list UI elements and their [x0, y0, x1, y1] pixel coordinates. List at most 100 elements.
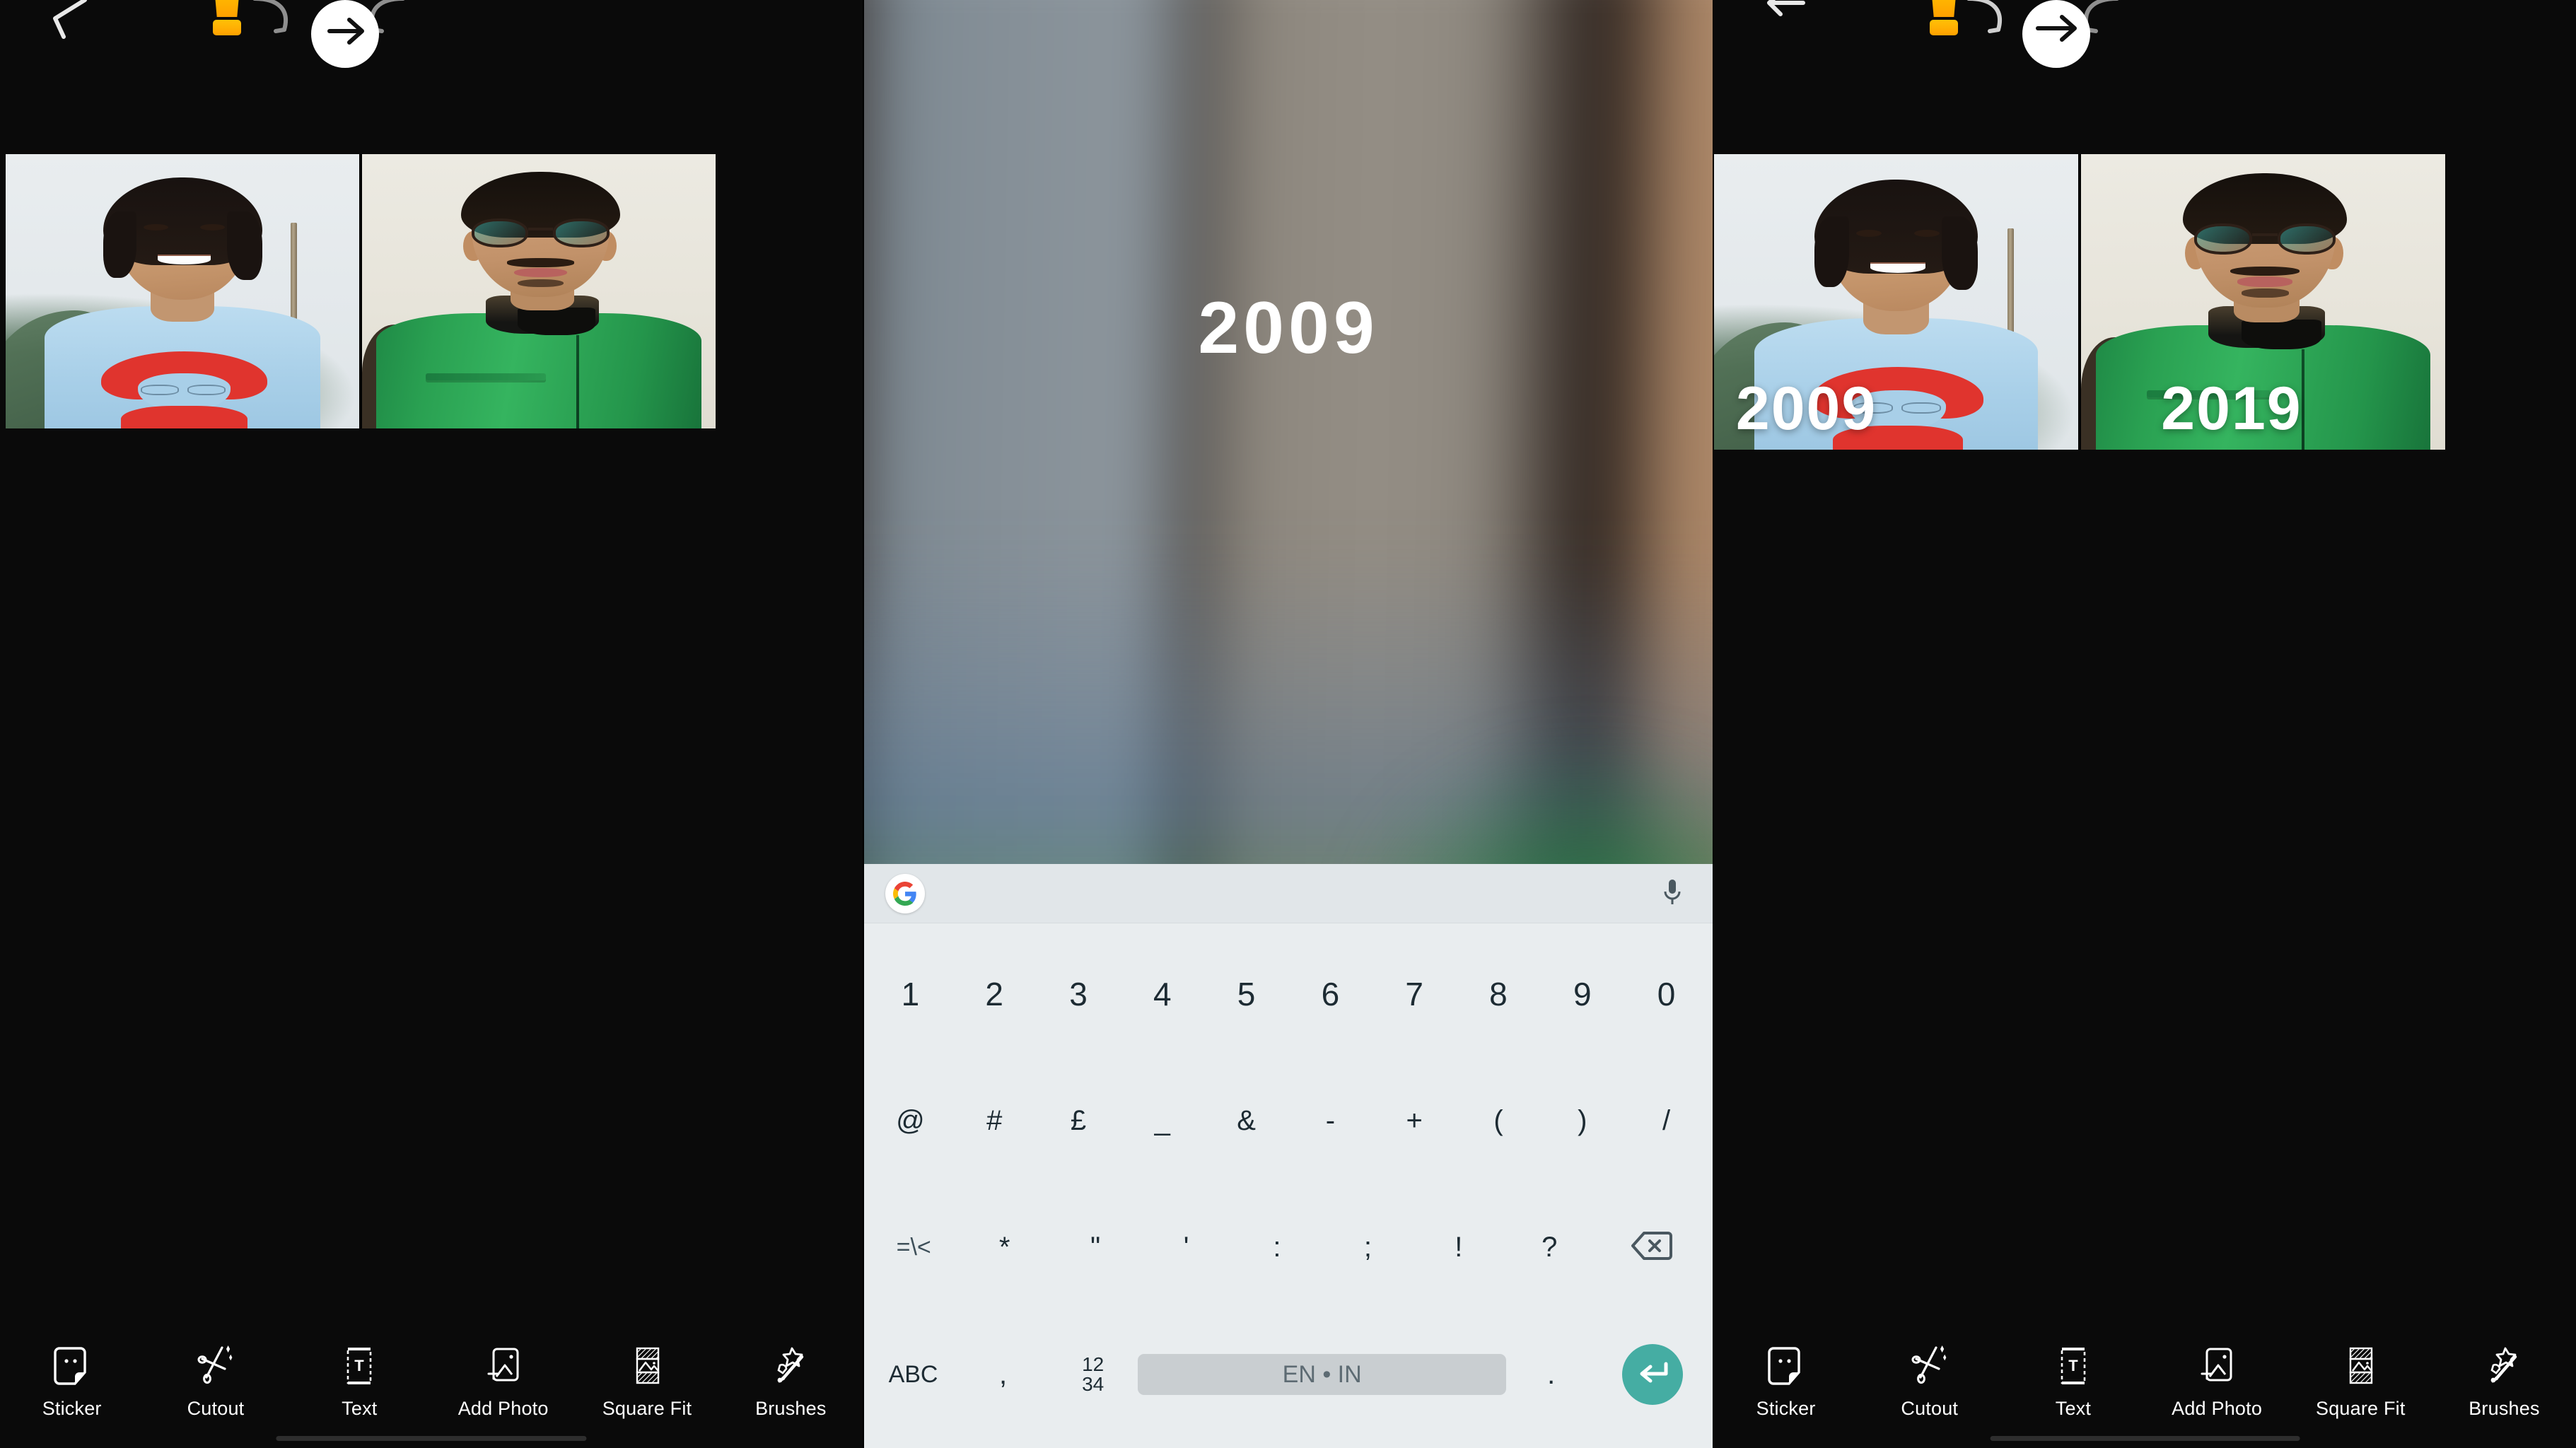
keyboard-row-symbols-2: =\< * " ' : ; ! ?	[868, 1184, 1708, 1312]
photo-caption-year[interactable]: 2009	[1736, 378, 1877, 439]
editor-canvas-right[interactable]: 2009 2019	[1714, 41, 2576, 1315]
key-pound[interactable]: £	[1037, 1058, 1121, 1185]
svg-text:T: T	[355, 1357, 365, 1374]
toolbar-item-add-photo[interactable]: Add Photo	[431, 1344, 575, 1420]
keyboard-row-numbers: 1 2 3 4 5 6 7 8 9 0	[868, 930, 1708, 1058]
toolbar-label: Brushes	[755, 1397, 827, 1419]
alert-icon[interactable]	[1923, 0, 1964, 41]
key-enter[interactable]	[1596, 1344, 1708, 1406]
key-abc-toggle[interactable]: ABC	[868, 1312, 958, 1439]
key-underscore[interactable]: _	[1120, 1058, 1204, 1185]
key-8[interactable]: 8	[1457, 930, 1541, 1058]
key-spacebar[interactable]: EN • IN	[1138, 1354, 1507, 1396]
photo-caption-year[interactable]: 2019	[2161, 378, 2302, 439]
panel-left-collage-editor: Sticker Cutout T Text Add Photo Square F…	[0, 0, 863, 1448]
bottom-toolbar-left: Sticker Cutout T Text Add Photo Square F…	[0, 1315, 863, 1448]
zoomed-photo-preview[interactable]: 2009	[864, 0, 1713, 864]
square-fit-icon	[625, 1344, 669, 1388]
key-6[interactable]: 6	[1288, 930, 1372, 1058]
key-3[interactable]: 3	[1037, 930, 1121, 1058]
brushes-icon	[2482, 1344, 2526, 1388]
key-at[interactable]: @	[868, 1058, 952, 1185]
collage-photo-2[interactable]	[362, 154, 716, 428]
key-9[interactable]: 9	[1540, 930, 1624, 1058]
key-paren-close[interactable]: )	[1540, 1058, 1624, 1185]
toolbar-item-brushes[interactable]: Brushes	[719, 1344, 863, 1420]
toolbar-label: Text	[342, 1397, 378, 1419]
key-exclamation[interactable]: !	[1414, 1184, 1504, 1312]
toolbar-item-text[interactable]: T Text	[288, 1344, 431, 1420]
text-box-icon: T	[337, 1344, 381, 1388]
toolbar-label: Sticker	[42, 1397, 102, 1419]
key-period[interactable]: .	[1506, 1312, 1596, 1439]
key-5[interactable]: 5	[1204, 930, 1288, 1058]
back-arrow-icon[interactable]	[48, 0, 98, 48]
toolbar-item-sticker[interactable]: Sticker	[1714, 1344, 1858, 1420]
toolbar-item-square-fit[interactable]: Square Fit	[2289, 1344, 2432, 1420]
toolbar-label: Cutout	[1901, 1397, 1959, 1419]
add-photo-icon	[2195, 1344, 2239, 1388]
alert-icon[interactable]	[206, 0, 247, 41]
key-paren-open[interactable]: (	[1457, 1058, 1541, 1185]
blurred-green-highlight	[1356, 742, 1713, 864]
key-semicolon[interactable]: ;	[1322, 1184, 1413, 1312]
svg-text:T: T	[2068, 1357, 2078, 1374]
key-4[interactable]: 4	[1120, 930, 1204, 1058]
toolbar-item-sticker[interactable]: Sticker	[0, 1344, 144, 1420]
keyboard-row-symbols-1: @ # £ _ & - + ( ) /	[868, 1058, 1708, 1185]
toolbar-label: Brushes	[2469, 1397, 2540, 1419]
key-asterisk[interactable]: *	[959, 1184, 1049, 1312]
scissors-icon	[1908, 1344, 1952, 1388]
toolbar-item-text[interactable]: T Text	[2001, 1344, 2145, 1420]
square-fit-icon	[2338, 1344, 2382, 1388]
text-overlay-preview[interactable]: 2009	[864, 291, 1713, 365]
add-photo-icon	[482, 1344, 525, 1388]
key-1[interactable]: 1	[868, 930, 952, 1058]
toolbar-item-brushes[interactable]: Brushes	[2432, 1344, 2576, 1420]
photo-collage-left[interactable]	[6, 154, 716, 428]
key-numeric-toggle[interactable]: 12 34	[1048, 1312, 1138, 1439]
key-backspace[interactable]	[1595, 1230, 1709, 1265]
toolbar-item-cutout[interactable]: Cutout	[1858, 1344, 2001, 1420]
key-ampersand[interactable]: &	[1204, 1058, 1288, 1185]
back-arrow-icon[interactable]	[1762, 0, 1812, 48]
on-screen-keyboard[interactable]: 1 2 3 4 5 6 7 8 9 0 @ # £ _ & - + () / …	[864, 864, 1713, 1448]
editor-canvas-left[interactable]	[0, 41, 863, 1315]
key-2[interactable]: 2	[952, 930, 1037, 1058]
screenshot-stage: Sticker Cutout T Text Add Photo Square F…	[0, 0, 2576, 1448]
keyboard-rows: 1 2 3 4 5 6 7 8 9 0 @ # £ _ & - + () / …	[864, 923, 1713, 1448]
key-7[interactable]: 7	[1372, 930, 1457, 1058]
undo-icon[interactable]	[1963, 0, 2010, 49]
key-0[interactable]: 0	[1624, 930, 1708, 1058]
bottom-toolbar-right: Sticker Cutout T Text Add Photo Square F…	[1714, 1315, 2576, 1448]
toolbar-item-add-photo[interactable]: Add Photo	[2145, 1344, 2289, 1420]
key-slash[interactable]: /	[1624, 1058, 1708, 1185]
panel-right-collage-captioned: 2009 2019 Sticker Cutout T Text Add Phot…	[1714, 0, 2576, 1448]
key-question[interactable]: ?	[1504, 1184, 1595, 1312]
home-indicator	[276, 1436, 587, 1441]
toolbar-item-square-fit[interactable]: Square Fit	[575, 1344, 718, 1420]
next-arrow-icon[interactable]	[311, 0, 379, 68]
toolbar-item-cutout[interactable]: Cutout	[144, 1344, 287, 1420]
keyboard-suggestion-bar	[864, 864, 1713, 923]
key-hash[interactable]: #	[952, 1058, 1037, 1185]
toolbar-label: Add Photo	[2172, 1397, 2263, 1419]
undo-icon[interactable]	[249, 0, 296, 49]
next-arrow-icon[interactable]	[2022, 0, 2090, 68]
key-double-quote[interactable]: "	[1050, 1184, 1141, 1312]
photo-collage-right[interactable]: 2009 2019	[1714, 154, 2445, 450]
google-g-logo[interactable]	[885, 873, 925, 913]
microphone-icon[interactable]	[1660, 877, 1684, 910]
key-hyphen[interactable]: -	[1288, 1058, 1372, 1185]
collage-photo-2[interactable]: 2019	[2081, 154, 2445, 450]
key-colon[interactable]: :	[1232, 1184, 1322, 1312]
key-symbol-page-toggle[interactable]: =\<	[868, 1184, 959, 1312]
collage-photo-1[interactable]: 2009	[1714, 154, 2078, 450]
home-indicator	[1990, 1436, 2300, 1441]
sticker-icon	[1764, 1344, 1808, 1388]
key-apostrophe[interactable]: '	[1141, 1184, 1231, 1312]
numeric-key-bottom: 34	[1082, 1373, 1105, 1396]
collage-photo-1[interactable]	[6, 154, 359, 428]
key-comma[interactable]: ,	[958, 1312, 1048, 1439]
key-plus[interactable]: +	[1372, 1058, 1457, 1185]
